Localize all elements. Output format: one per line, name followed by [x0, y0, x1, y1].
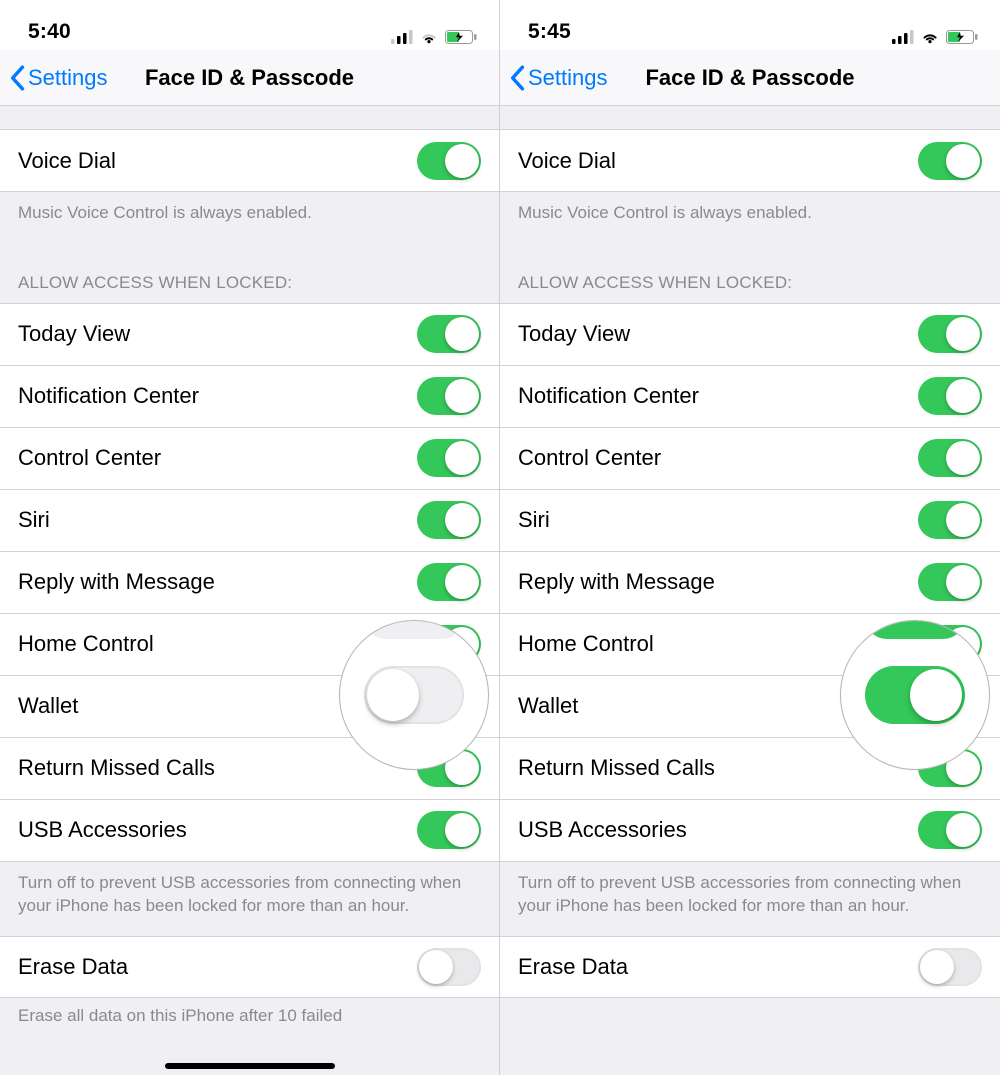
row-label: USB Accessories [518, 817, 918, 843]
zoom-bubble-wallet-toggle [339, 620, 489, 770]
row-siri[interactable]: Siri [0, 490, 499, 552]
status-bar: 5:45 [500, 0, 1000, 50]
toggle-usb-accessories[interactable] [417, 811, 481, 849]
toggle-erase-data[interactable] [918, 948, 982, 986]
toggle-control-center[interactable] [417, 439, 481, 477]
row-label: Reply with Message [518, 569, 918, 595]
row-label: Voice Dial [18, 148, 417, 174]
row-label: Siri [518, 507, 918, 533]
screen-left: 5:40 Settings Face ID & Passcode Voice D… [0, 0, 500, 1075]
settings-list[interactable]: Voice Dial Music Voice Control is always… [0, 106, 499, 1075]
battery-charging-icon [445, 30, 477, 44]
toggle-reply-with-message[interactable] [918, 563, 982, 601]
toggle-voice-dial[interactable] [918, 142, 982, 180]
toggle-erase-data[interactable] [417, 948, 481, 986]
toggle-siri[interactable] [918, 501, 982, 539]
row-label: Siri [18, 507, 417, 533]
row-label: Erase Data [18, 954, 417, 980]
zoomed-toggle-wallet[interactable] [865, 666, 965, 724]
row-erase-data[interactable]: Erase Data [0, 936, 499, 998]
row-label: Return Missed Calls [518, 755, 918, 781]
voice-dial-footer: Music Voice Control is always enabled. [500, 192, 1000, 243]
row-label: Reply with Message [18, 569, 417, 595]
status-time: 5:40 [28, 20, 71, 44]
zoomed-toggle-wallet[interactable] [364, 666, 464, 724]
back-label: Settings [528, 65, 608, 91]
nav-header: Settings Face ID & Passcode [500, 50, 1000, 106]
zoom-bubble-wallet-toggle [840, 620, 990, 770]
wifi-icon [920, 30, 940, 44]
wifi-icon [419, 30, 439, 44]
row-label: Return Missed Calls [18, 755, 417, 781]
row-notification-center[interactable]: Notification Center [0, 366, 499, 428]
row-today-view[interactable]: Today View [0, 304, 499, 366]
row-label: Voice Dial [518, 148, 918, 174]
usb-footer: Turn off to prevent USB accessories from… [500, 862, 1000, 936]
row-label: Control Center [518, 445, 918, 471]
toggle-usb-accessories[interactable] [918, 811, 982, 849]
status-icons [892, 30, 978, 44]
comparison-stage: 5:40 Settings Face ID & Passcode Voice D… [0, 0, 1000, 1075]
chevron-left-icon [508, 65, 526, 91]
usb-footer: Turn off to prevent USB accessories from… [0, 862, 499, 936]
section-header-locked: ALLOW ACCESS WHEN LOCKED: [500, 243, 1000, 304]
toggle-notification-center[interactable] [918, 377, 982, 415]
row-notification-center[interactable]: Notification Center [500, 366, 1000, 428]
status-time: 5:45 [528, 20, 571, 44]
toggle-voice-dial[interactable] [417, 142, 481, 180]
toggle-today-view[interactable] [918, 315, 982, 353]
status-icons [391, 30, 477, 44]
row-erase-data[interactable]: Erase Data [500, 936, 1000, 998]
row-voice-dial[interactable]: Voice Dial [500, 130, 1000, 192]
row-label: Erase Data [518, 954, 918, 980]
row-label: Control Center [18, 445, 417, 471]
row-siri[interactable]: Siri [500, 490, 1000, 552]
back-label: Settings [28, 65, 108, 91]
row-control-center[interactable]: Control Center [500, 428, 1000, 490]
row-usb-accessories[interactable]: USB Accessories [0, 800, 499, 862]
screen-right: 5:45 Settings Face ID & Passcode Voice D… [500, 0, 1000, 1075]
status-bar: 5:40 [0, 0, 499, 50]
row-today-view[interactable]: Today View [500, 304, 1000, 366]
toggle-siri[interactable] [417, 501, 481, 539]
row-label: Today View [518, 321, 918, 347]
battery-charging-icon [946, 30, 978, 44]
erase-footer-truncated: Erase all data on this iPhone after 10 f… [0, 998, 499, 1026]
row-label: USB Accessories [18, 817, 417, 843]
back-button[interactable]: Settings [500, 65, 608, 91]
row-reply-with-message[interactable]: Reply with Message [0, 552, 499, 614]
row-label: Notification Center [518, 383, 918, 409]
section-header-locked: ALLOW ACCESS WHEN LOCKED: [0, 243, 499, 304]
toggle-today-view[interactable] [417, 315, 481, 353]
nav-header: Settings Face ID & Passcode [0, 50, 499, 106]
cellular-icon [892, 30, 914, 44]
toggle-reply-with-message[interactable] [417, 563, 481, 601]
back-button[interactable]: Settings [0, 65, 108, 91]
cellular-icon [391, 30, 413, 44]
voice-dial-footer: Music Voice Control is always enabled. [0, 192, 499, 243]
row-reply-with-message[interactable]: Reply with Message [500, 552, 1000, 614]
row-voice-dial[interactable]: Voice Dial [0, 130, 499, 192]
home-indicator[interactable] [165, 1063, 335, 1069]
row-usb-accessories[interactable]: USB Accessories [500, 800, 1000, 862]
toggle-control-center[interactable] [918, 439, 982, 477]
settings-list[interactable]: Voice Dial Music Voice Control is always… [500, 106, 1000, 1075]
row-label: Notification Center [18, 383, 417, 409]
row-label: Today View [18, 321, 417, 347]
row-control-center[interactable]: Control Center [0, 428, 499, 490]
chevron-left-icon [8, 65, 26, 91]
toggle-notification-center[interactable] [417, 377, 481, 415]
